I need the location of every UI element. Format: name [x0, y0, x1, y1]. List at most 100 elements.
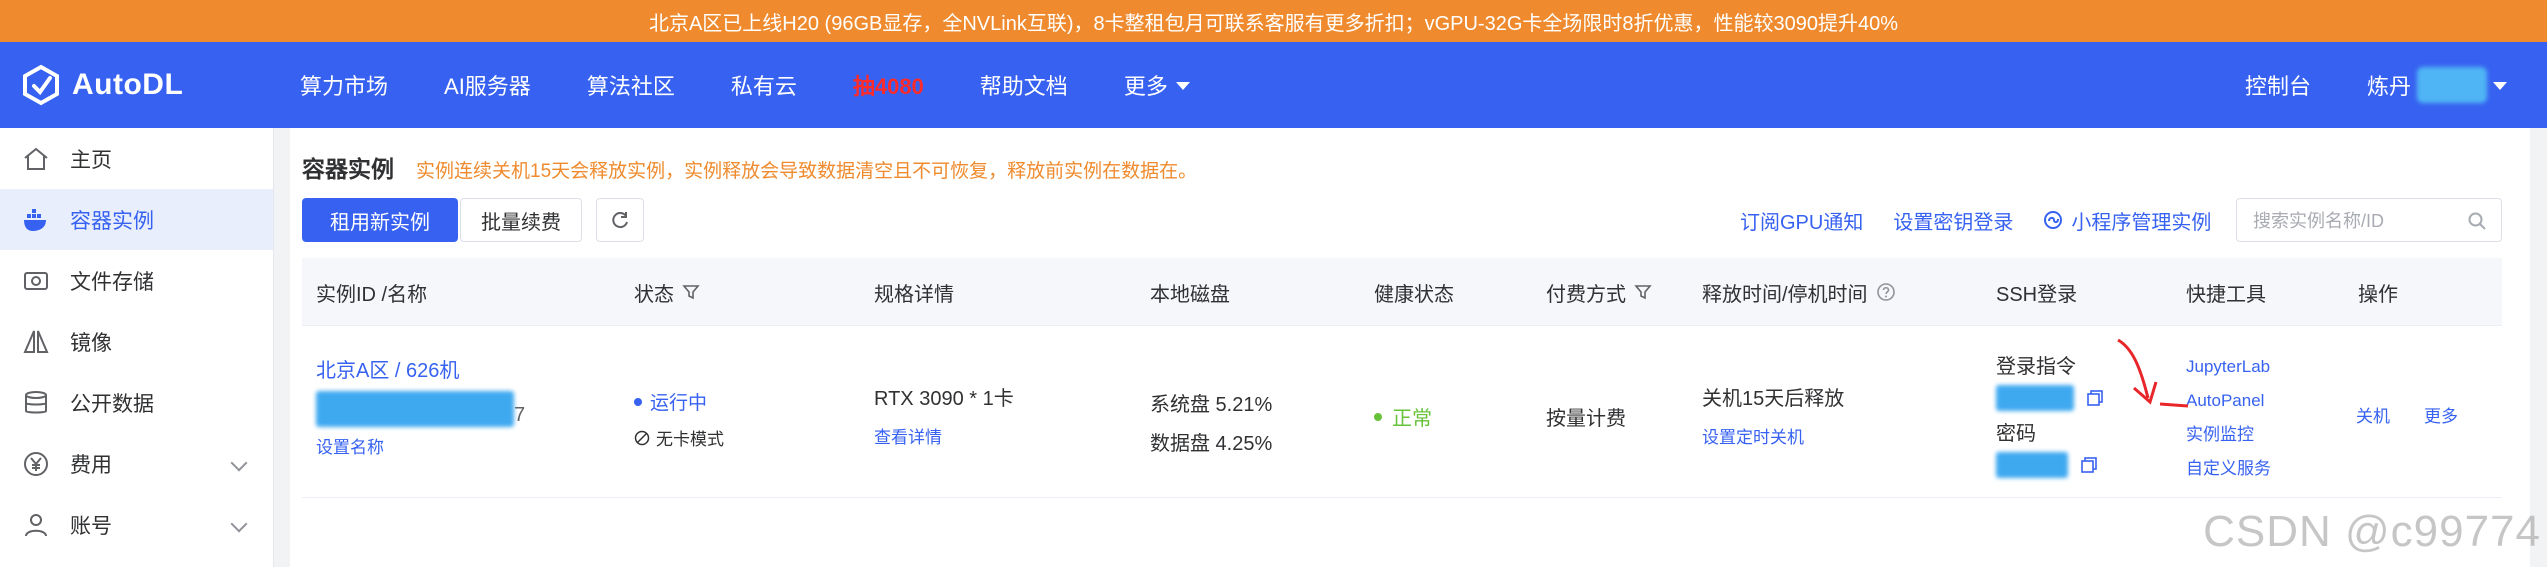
- col-label: 操作: [2358, 283, 2398, 306]
- sidebar-item-label: 镜像: [70, 331, 112, 355]
- col-instance: 实例ID /名称: [316, 258, 427, 326]
- status-dot: [634, 397, 642, 406]
- chevron-down-icon: [230, 515, 248, 533]
- rent-new-instance-button[interactable]: 租用新实例: [302, 198, 458, 242]
- sidebar-item-storage[interactable]: 文件存储: [0, 250, 273, 311]
- table-row: 北京A区 / 626机 7 设置名称 运行中 无卡模式 RTX 3090 * 1…: [302, 326, 2502, 498]
- data-disk: 数据盘 4.25%: [1150, 433, 1273, 455]
- main-content: 容器实例 实例连续关机15天会释放实例，实例释放会导致数据清空且不可恢复，释放前…: [290, 128, 2547, 567]
- database-icon: [20, 387, 52, 419]
- col-label: 状态: [634, 283, 674, 306]
- nav-market[interactable]: 算力市场: [300, 69, 388, 101]
- annotation-arrow: [2117, 338, 2189, 408]
- col-billing[interactable]: 付费方式: [1546, 258, 1652, 326]
- header-links: 订阅GPU通知 设置密钥登录 小程序管理实例: [1740, 198, 2211, 242]
- col-release: 释放时间/停机时间: [1702, 258, 1896, 326]
- nav-more[interactable]: 更多: [1124, 69, 1190, 101]
- chevron-down-icon: [230, 454, 248, 472]
- actions-cell: 关机 更多: [2356, 402, 2458, 427]
- brand-name: AutoDL: [72, 68, 184, 101]
- banner-text: 北京A区已上线H20 (96GB显存，全NVLink互联)，8卡整租包月可联系客…: [648, 12, 1899, 35]
- copy-icon[interactable]: [2080, 456, 2098, 474]
- nav-docs[interactable]: 帮助文档: [980, 69, 1068, 101]
- main-nav: 算力市场 AI服务器 算法社区 私有云 抽4080 帮助文档 更多: [300, 42, 1246, 128]
- spec-text: RTX 3090 * 1卡: [874, 388, 1014, 410]
- user-name: 炼丹: [2366, 74, 2411, 99]
- search-icon: [2468, 212, 2486, 230]
- instance-name-link[interactable]: 北京A区 / 626机: [316, 354, 525, 383]
- instance-search-input[interactable]: 搜索实例名称/ID: [2236, 198, 2502, 242]
- tool-jupyterlab[interactable]: JupyterLab: [2186, 350, 2271, 384]
- batch-renew-button[interactable]: 批量续费: [460, 198, 582, 242]
- filter-icon[interactable]: [1634, 283, 1652, 301]
- sidebar-item-account[interactable]: 账号: [0, 494, 273, 555]
- mini-program-link[interactable]: 小程序管理实例: [2043, 206, 2211, 235]
- health-dot: [1374, 412, 1382, 421]
- sidebar-item-containers[interactable]: 容器实例: [0, 189, 273, 250]
- set-name-link[interactable]: 设置名称: [316, 433, 525, 458]
- tool-autopanel[interactable]: AutoPanel: [2186, 384, 2271, 418]
- redacted-ssh-command: [1996, 385, 2074, 411]
- instance-cell: 北京A区 / 626机 7 设置名称: [316, 354, 525, 458]
- logo[interactable]: AutoDL: [20, 64, 183, 106]
- system-disk: 系统盘 5.21%: [1150, 394, 1273, 416]
- status-cell: 运行中 无卡模式: [634, 388, 724, 450]
- chevron-down-icon: [1175, 82, 1190, 90]
- sidebar-item-public-data[interactable]: 公开数据: [0, 372, 273, 433]
- col-label: SSH登录: [1996, 283, 2078, 306]
- release-text: 关机15天后释放: [1702, 388, 1845, 410]
- sidebar: 主页 容器实例 文件存储 镜像 公开数据 费用 账号: [0, 128, 274, 567]
- redacted-username: [2417, 67, 2487, 103]
- col-ssh: SSH登录: [1996, 258, 2077, 326]
- yen-icon: [20, 448, 52, 480]
- col-label: 本地磁盘: [1150, 283, 1230, 306]
- nav-community[interactable]: 算法社区: [587, 69, 675, 101]
- col-label: 健康状态: [1374, 283, 1454, 306]
- title-row: 容器实例 实例连续关机15天会释放实例，实例释放会导致数据清空且不可恢复，释放前…: [302, 150, 1197, 184]
- shutdown-button[interactable]: 关机: [2356, 402, 2390, 427]
- ssh-cell: 登录指令 密码: [1996, 350, 2104, 478]
- chevron-down-icon: [2493, 82, 2507, 90]
- instance-id: 7: [316, 391, 525, 427]
- home-icon: [20, 143, 52, 175]
- mini-program-label: 小程序管理实例: [2071, 211, 2212, 234]
- console-link[interactable]: 控制台: [2245, 69, 2311, 101]
- tool-monitor[interactable]: 实例监控: [2186, 418, 2271, 452]
- col-actions: 操作: [2358, 258, 2398, 326]
- scheduled-shutdown-link[interactable]: 设置定时关机: [1702, 423, 1844, 448]
- sidebar-item-label: 账号: [70, 514, 112, 538]
- watermark: CSDN @c99774: [2203, 507, 2541, 556]
- sidebar-item-home[interactable]: 主页: [0, 128, 273, 189]
- ssh-password-label: 密码: [1996, 423, 2036, 445]
- spec-detail-link[interactable]: 查看详情: [874, 423, 1014, 448]
- ssh-key-link[interactable]: 设置密钥登录: [1893, 206, 2013, 235]
- nav-lottery[interactable]: 抽4080: [853, 69, 924, 101]
- nav-private-cloud[interactable]: 私有云: [731, 69, 797, 101]
- user-menu[interactable]: 炼丹: [2367, 67, 2507, 103]
- nav-ai-server[interactable]: AI服务器: [444, 69, 531, 101]
- image-icon: [20, 326, 52, 358]
- sidebar-item-label: 容器实例: [70, 209, 154, 233]
- no-card-icon: [634, 430, 650, 445]
- page-title: 容器实例: [302, 156, 394, 182]
- filter-icon[interactable]: [682, 283, 700, 301]
- col-label: 快捷工具: [2186, 283, 2266, 306]
- refresh-icon: [612, 212, 628, 229]
- sidebar-item-images[interactable]: 镜像: [0, 311, 273, 372]
- col-tools: 快捷工具: [2186, 258, 2266, 326]
- help-icon[interactable]: [1876, 282, 1896, 302]
- col-label: 释放时间/停机时间: [1702, 283, 1868, 306]
- more-actions-button[interactable]: 更多: [2424, 402, 2458, 427]
- ssh-login-label: 登录指令: [1996, 356, 2076, 378]
- col-status[interactable]: 状态: [634, 258, 700, 326]
- refresh-button[interactable]: [596, 198, 644, 242]
- autodl-logo-icon: [23, 64, 59, 106]
- sidebar-item-billing[interactable]: 费用: [0, 433, 273, 494]
- gpu-notify-link[interactable]: 订阅GPU通知: [1740, 206, 1863, 235]
- instances-card: 容器实例 实例连续关机15天会释放实例，实例释放会导致数据清空且不可恢复，释放前…: [290, 128, 2530, 567]
- release-cell: 关机15天后释放 设置定时关机: [1702, 382, 1844, 448]
- user-icon: [20, 509, 52, 541]
- tool-custom-service[interactable]: 自定义服务: [2186, 452, 2271, 486]
- instance-id-suffix: 7: [514, 404, 526, 426]
- copy-icon[interactable]: [2086, 389, 2104, 407]
